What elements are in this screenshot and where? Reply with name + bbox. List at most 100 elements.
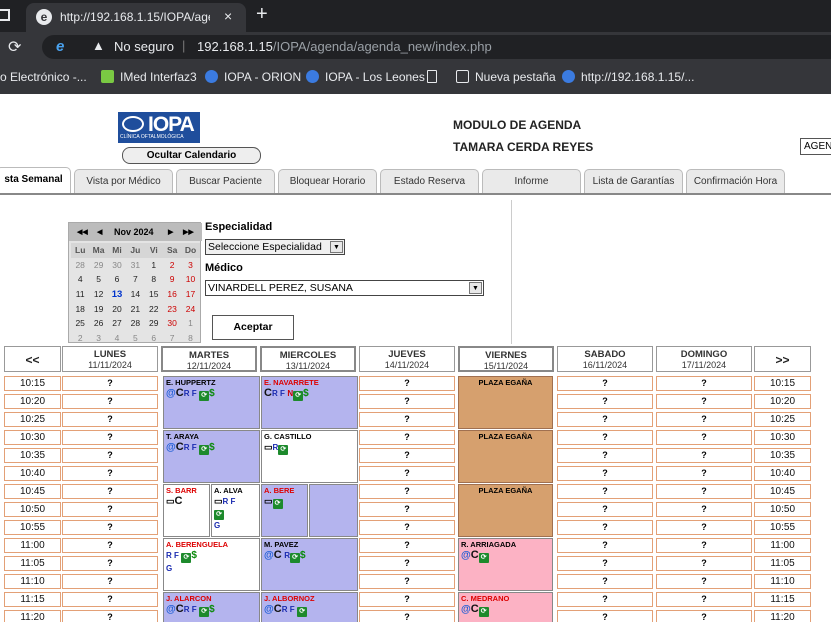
appointment-berenguela[interactable]: A. BERENGUELA R F ⟳ $ G <box>163 538 260 591</box>
appointment-araya[interactable]: T. ARAYA @CR F ⟳ $ <box>163 430 260 483</box>
appointment-barr[interactable]: S. BARR ▭C <box>163 484 210 537</box>
appointment-slot-empty[interactable] <box>309 484 358 537</box>
bookmark-iopa-orion[interactable]: IOPA - ORION <box>205 70 301 84</box>
empty-slot[interactable]: ? <box>656 484 752 499</box>
bookmark-imed[interactable]: IMed Interfaz3 <box>101 70 197 84</box>
empty-slot[interactable]: ? <box>62 484 158 499</box>
ie-mode-icon[interactable]: e <box>56 38 64 55</box>
empty-slot[interactable]: ? <box>557 430 653 445</box>
address-bar[interactable]: e ▲ No seguro | 192.168.1.15/IOPA/agenda… <box>42 35 831 59</box>
browser-tab[interactable]: e http://192.168.1.15/IOPA/agenda/ × <box>26 3 246 32</box>
empty-slot[interactable]: ? <box>359 430 455 445</box>
tab-buscar-paciente[interactable]: Buscar Paciente <box>176 169 275 193</box>
empty-slot[interactable]: ? <box>557 376 653 391</box>
empty-slot[interactable]: ? <box>359 484 455 499</box>
appointment-arriagada[interactable]: R. ARRIAGADA @C ⟳ <box>458 538 553 591</box>
calendar-day[interactable]: 7 <box>126 272 144 287</box>
empty-slot[interactable]: ? <box>359 520 455 535</box>
bookmark-nueva-pestana[interactable]: Nueva pestaña <box>456 70 556 84</box>
medico-select[interactable]: VINARDELL PEREZ, SUSANA ▼ <box>205 280 484 296</box>
empty-slot[interactable]: ? <box>62 430 158 445</box>
calendar-day[interactable]: 20 <box>108 301 126 316</box>
empty-slot[interactable]: ? <box>557 448 653 463</box>
empty-slot[interactable]: ? <box>62 412 158 427</box>
especialidad-select[interactable]: Seleccione Especialidad ▼ <box>205 239 345 255</box>
calendar-day[interactable]: 12 <box>89 287 107 302</box>
calendar-day[interactable]: 31 <box>126 258 144 273</box>
empty-slot[interactable]: ? <box>656 412 752 427</box>
calendar-day[interactable]: 4 <box>71 272 89 287</box>
empty-slot[interactable]: ? <box>62 448 158 463</box>
calendar-day[interactable]: 19 <box>89 301 107 316</box>
calendar-day[interactable]: 29 <box>89 258 107 273</box>
day-header-sabado[interactable]: SABADO 16/11/2024 <box>557 346 653 372</box>
calendar-day[interactable]: 26 <box>89 316 107 331</box>
agenda-select[interactable]: AGEN <box>800 138 831 155</box>
calendar-day[interactable]: 8 <box>181 331 199 346</box>
hide-calendar-button[interactable]: Ocultar Calendario <box>122 147 261 164</box>
empty-slot[interactable]: ? <box>656 430 752 445</box>
empty-slot[interactable]: ? <box>62 502 158 517</box>
calendar-day[interactable]: 23 <box>163 301 181 316</box>
empty-slot[interactable]: ? <box>62 556 158 571</box>
appointment-medrano[interactable]: C. MEDRANO @C ⟳ <box>458 592 553 622</box>
empty-slot[interactable]: ? <box>62 610 158 622</box>
empty-slot[interactable]: ? <box>359 538 455 553</box>
calendar-day[interactable]: 17 <box>181 287 199 302</box>
close-tab-icon[interactable]: × <box>224 8 232 24</box>
empty-slot[interactable]: ? <box>359 394 455 409</box>
empty-slot[interactable]: ? <box>557 502 653 517</box>
empty-slot[interactable]: ? <box>656 394 752 409</box>
empty-slot[interactable]: ? <box>656 466 752 481</box>
empty-slot[interactable]: ? <box>62 592 158 607</box>
calendar-day[interactable]: 3 <box>89 331 107 346</box>
calendar-day[interactable]: 15 <box>145 287 163 302</box>
empty-slot[interactable]: ? <box>359 412 455 427</box>
empty-slot[interactable]: ? <box>62 394 158 409</box>
tab-informe[interactable]: Informe <box>482 169 581 193</box>
empty-slot[interactable]: ? <box>359 592 455 607</box>
empty-slot[interactable]: ? <box>656 376 752 391</box>
appointment-bere[interactable]: A. BERE ▭ ⟳ <box>261 484 308 537</box>
prev-week-button[interactable]: << <box>4 346 61 372</box>
calendar-day[interactable]: 14 <box>126 287 144 302</box>
calendar-day[interactable]: 11 <box>71 287 89 302</box>
day-header-jueves[interactable]: JUEVES 14/11/2024 <box>359 346 455 372</box>
appointment-navarrete[interactable]: E. NAVARRETE CR F N ⟳ $ <box>261 376 358 429</box>
calendar-day[interactable]: 29 <box>145 316 163 331</box>
empty-slot[interactable]: ? <box>359 376 455 391</box>
empty-slot[interactable]: ? <box>62 466 158 481</box>
tab-estado-reserva[interactable]: Estado Reserva <box>380 169 479 193</box>
calendar-day[interactable]: 8 <box>145 272 163 287</box>
bookmark-file[interactable] <box>427 70 443 84</box>
empty-slot[interactable]: ? <box>359 502 455 517</box>
calendar-day[interactable]: 7 <box>163 331 181 346</box>
url-text[interactable]: 192.168.1.15/IOPA/agenda/agenda_new/inde… <box>197 39 492 54</box>
calendar-day[interactable]: 24 <box>181 301 199 316</box>
appointment-pavez[interactable]: M. PAVEZ @C R ⟳ $ <box>261 538 358 591</box>
empty-slot[interactable]: ? <box>359 466 455 481</box>
prev-year-icon[interactable]: ◀◀ <box>77 228 88 236</box>
next-year-icon[interactable]: ▶▶ <box>183 228 194 236</box>
next-week-button[interactable]: >> <box>754 346 811 372</box>
day-header-miercoles[interactable]: MIERCOLES 13/11/2024 <box>260 346 356 372</box>
empty-slot[interactable]: ? <box>656 538 752 553</box>
empty-slot[interactable]: ? <box>656 610 752 622</box>
empty-slot[interactable]: ? <box>656 556 752 571</box>
bookmark-correo[interactable]: o Electrónico -... <box>0 70 87 84</box>
empty-slot[interactable]: ? <box>62 376 158 391</box>
calendar-day[interactable]: 22 <box>145 301 163 316</box>
day-header-domingo[interactable]: DOMINGO 17/11/2024 <box>656 346 752 372</box>
empty-slot[interactable]: ? <box>656 592 752 607</box>
empty-slot[interactable]: ? <box>557 556 653 571</box>
empty-slot[interactable]: ? <box>359 448 455 463</box>
prev-month-icon[interactable]: ◀ <box>97 228 102 236</box>
empty-slot[interactable]: ? <box>557 574 653 589</box>
empty-slot[interactable]: ? <box>62 520 158 535</box>
next-month-icon[interactable]: ▶ <box>168 228 173 236</box>
appointment-albornoz[interactable]: J. ALBORNOZ @CR F ⟳ <box>261 592 358 622</box>
empty-slot[interactable]: ? <box>359 556 455 571</box>
calendar-day[interactable]: 5 <box>89 272 107 287</box>
bookmark-iopa-leones[interactable]: IOPA - Los Leones <box>306 70 425 84</box>
calendar-day[interactable]: 30 <box>108 258 126 273</box>
